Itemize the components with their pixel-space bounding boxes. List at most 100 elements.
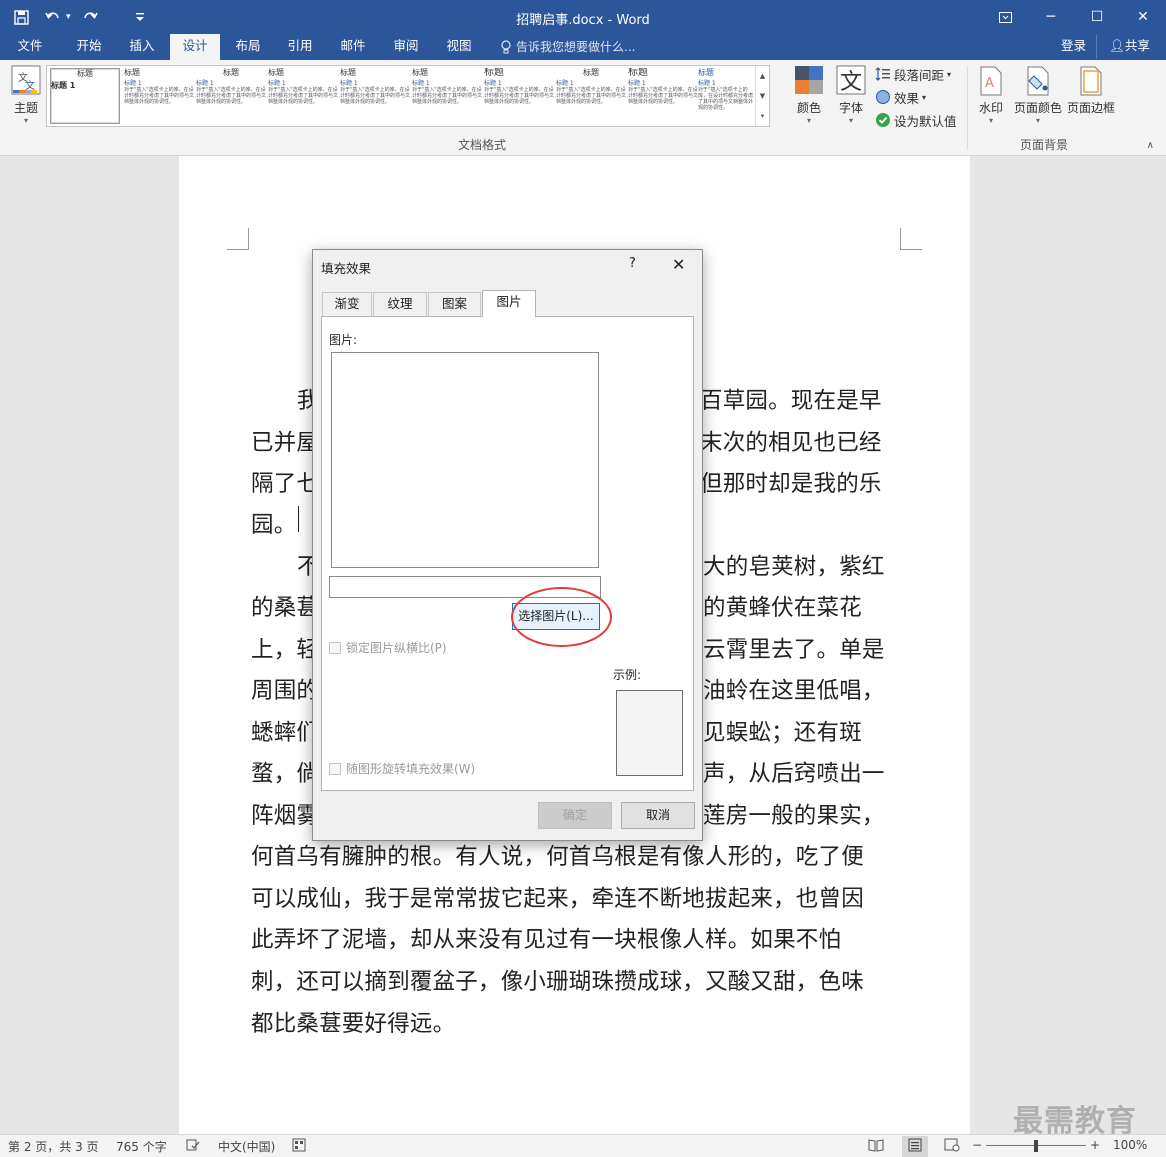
- doc-text-line[interactable]: 都比桑葚要好得远。: [251, 1006, 455, 1038]
- dialog-close-button[interactable]: ✕: [672, 255, 685, 274]
- doc-format-group-label: 文档格式: [458, 138, 507, 152]
- proofing-icon[interactable]: [186, 1138, 200, 1155]
- paragraph-spacing-button[interactable]: 段落间距 ▾: [875, 64, 951, 84]
- tab-view[interactable]: 视图: [434, 34, 484, 60]
- gallery-up-icon[interactable]: ▲: [756, 66, 769, 86]
- zoom-slider-thumb[interactable]: [1034, 1140, 1038, 1152]
- gallery-item[interactable]: 标题 标题 1 对于"插入"选项卡上的库，在设计时都充分考虑了其中的项与文档整体…: [196, 68, 266, 124]
- gallery-item[interactable]: 标题 标题 1 对于"插入"选项卡上的库，在设计时都充分考虑了其中的项与文档整体…: [556, 68, 626, 124]
- doc-text-line[interactable]: 云霄里去了。单是: [703, 632, 885, 664]
- doc-text-line[interactable]: 但那时却是我的乐: [700, 466, 882, 498]
- doc-text-line[interactable]: 可以成仙，我于是常常拔它起来，牵连不断地拔起来，也曾因: [251, 881, 864, 913]
- crop-mark-top-right: [900, 228, 922, 250]
- doc-text-line[interactable]: 的黄蜂伏在菜花: [703, 590, 862, 622]
- doc-text-line[interactable]: 油蛉在这里低唱，: [703, 673, 885, 705]
- macro-icon[interactable]: [292, 1138, 306, 1155]
- status-bar: 第 2 页，共 3 页 765 个字 中文(中国) − + 100%: [0, 1134, 1166, 1157]
- gallery-item[interactable]: 标题 标题 1: [50, 68, 120, 124]
- minimize-button[interactable]: ─: [1028, 0, 1074, 34]
- fonts-button[interactable]: 文 字体 ▾: [832, 64, 870, 125]
- doc-text-line[interactable]: 蝥，倘: [251, 756, 319, 788]
- ok-button[interactable]: 确定: [538, 802, 612, 829]
- word-count[interactable]: 765 个字: [116, 1138, 167, 1155]
- web-layout-icon[interactable]: [944, 1138, 960, 1155]
- doc-text-line[interactable]: 阵烟雾: [251, 798, 319, 830]
- gallery-item[interactable]: 标题 标题 1 对于"插入"选项卡上的库，在设计时都充分考虑了其中的项与文档整体…: [628, 68, 698, 124]
- tell-me-box[interactable]: 告诉我您想要做什么...: [500, 34, 635, 60]
- doc-text-line[interactable]: 上，轻: [251, 632, 319, 664]
- share-button[interactable]: 👤︎共享: [1096, 35, 1162, 59]
- doc-text-line[interactable]: 已并屋: [251, 425, 319, 457]
- tab-file[interactable]: 文件: [6, 34, 54, 60]
- help-button[interactable]: ?: [629, 256, 636, 271]
- tab-insert[interactable]: 插入: [118, 34, 166, 60]
- tab-references[interactable]: 引用: [276, 34, 324, 60]
- doc-text-line[interactable]: 何首乌有臃肿的根。有人说，何首乌根是有像人形的，吃了便: [251, 839, 864, 871]
- tab-design[interactable]: 设计: [170, 34, 220, 60]
- doc-text-line[interactable]: 声，从后窍喷出一: [703, 756, 885, 788]
- zoom-level[interactable]: 100%: [1113, 1138, 1147, 1152]
- effects-button[interactable]: 效果 ▾: [875, 87, 926, 107]
- tab-mailings[interactable]: 邮件: [328, 34, 378, 60]
- tab-layout[interactable]: 布局: [224, 34, 272, 60]
- doc-text-line[interactable]: 大的皂荚树，紫红: [703, 549, 885, 581]
- tab-picture[interactable]: 图片: [482, 290, 536, 317]
- doc-text-line[interactable]: 百草园。现在是早: [700, 383, 882, 415]
- doc-text-line[interactable]: 的桑葚: [251, 590, 319, 622]
- page-borders-label: 页面边框: [1066, 101, 1115, 115]
- language-indicator[interactable]: 中文(中国): [218, 1138, 275, 1155]
- login-link[interactable]: 登录: [1061, 34, 1086, 60]
- cancel-button[interactable]: 取消: [621, 802, 695, 829]
- doc-text-line[interactable]: 此弄坏了泥墙，却从来没有见过有一块根像人样。如果不怕: [251, 922, 841, 954]
- collapse-ribbon-icon[interactable]: ∧: [1147, 140, 1154, 151]
- read-mode-icon[interactable]: [868, 1138, 884, 1155]
- rotate-with-shape-checkbox[interactable]: 随图形旋转填充效果(W): [329, 760, 475, 777]
- restore-button[interactable]: ☐: [1074, 0, 1120, 34]
- colors-button[interactable]: 颜色 ▾: [790, 64, 828, 125]
- fonts-label: 字体: [838, 101, 863, 115]
- close-button[interactable]: ✕: [1120, 0, 1166, 34]
- doc-text-line[interactable]: 见蜈蚣；还有斑: [703, 715, 862, 747]
- themes-button[interactable]: 文 文 主题 ▾: [8, 64, 44, 125]
- effects-icon: [876, 90, 890, 104]
- dialog-title: 填充效果: [321, 261, 372, 276]
- doc-text-line[interactable]: 隔了七: [251, 466, 319, 498]
- doc-text-line[interactable]: 园。: [251, 507, 296, 539]
- zoom-out-icon[interactable]: −: [972, 1138, 982, 1152]
- page-color-icon: [1027, 66, 1049, 96]
- svg-text:文: 文: [840, 70, 862, 95]
- highlight-annotation: [511, 587, 612, 647]
- gallery-item[interactable]: 标题 标题 1 对于"插入"选项卡上的库，在设计时都充分考虑了其中的项与文档整体…: [698, 68, 754, 124]
- person-icon: 👤︎: [1109, 38, 1125, 53]
- watermark-button[interactable]: A 水印 ▾: [974, 66, 1008, 125]
- gallery-item[interactable]: 标题 标题 1 对于"插入"选项卡上的库，在设计时都充分考虑了其中的项与文档整体…: [340, 68, 410, 124]
- tab-texture[interactable]: 纹理: [373, 292, 427, 316]
- doc-text-line[interactable]: 蟋蟀们: [251, 715, 319, 747]
- doc-text-line[interactable]: 周围的: [251, 673, 319, 705]
- print-layout-icon[interactable]: [902, 1136, 928, 1157]
- tab-review[interactable]: 审阅: [382, 34, 430, 60]
- watermark-icon: A: [980, 66, 1002, 96]
- gallery-more-icon[interactable]: ▾: [756, 106, 769, 126]
- gallery-item[interactable]: 标题 标题 1 对于"插入"选项卡上的库，在设计时都充分考虑了其中的项与文档整体…: [484, 68, 554, 124]
- lock-aspect-checkbox[interactable]: 锁定图片纵横比(P): [329, 639, 447, 656]
- crop-mark-top-left: [227, 228, 249, 250]
- page-color-button[interactable]: 页面颜色 ▾: [1012, 66, 1064, 125]
- doc-text-line[interactable]: 刺，还可以摘到覆盆子，像小珊瑚珠攒成球，又酸又甜，色味: [251, 964, 864, 996]
- tab-home[interactable]: 开始: [64, 34, 114, 60]
- title-bar: ▾ 招聘启事.docx - Word ─ ☐ ✕: [0, 0, 1166, 34]
- gallery-item[interactable]: 标题 标题 1 对于"插入"选项卡上的库，在设计时都充分考虑了其中的项与文档整体…: [268, 68, 338, 124]
- zoom-in-icon[interactable]: +: [1090, 1138, 1100, 1152]
- set-default-button[interactable]: 设为默认值: [875, 110, 957, 130]
- doc-text-line[interactable]: 末次的相见也已经: [700, 425, 882, 457]
- doc-text-line[interactable]: 莲房一般的果实，: [703, 798, 885, 830]
- page-count[interactable]: 第 2 页，共 3 页: [8, 1138, 99, 1155]
- page-borders-button[interactable]: 页面边框: [1064, 66, 1118, 116]
- tab-pattern[interactable]: 图案: [428, 292, 481, 316]
- gallery-item[interactable]: 标题 标题 1 对于"插入"选项卡上的库，在设计时都充分考虑了其中的项与文档整体…: [412, 68, 482, 124]
- ribbon-display-options-icon[interactable]: [982, 0, 1028, 34]
- gallery-scrollbar[interactable]: ▲ ▼ ▾: [755, 66, 769, 126]
- gallery-item[interactable]: 标题 标题 1 对于"插入"选项卡上的库，在设计时都充分考虑了其中的项与文档整体…: [124, 68, 194, 124]
- tab-gradient[interactable]: 渐变: [322, 292, 372, 316]
- gallery-down-icon[interactable]: ▼: [756, 86, 769, 106]
